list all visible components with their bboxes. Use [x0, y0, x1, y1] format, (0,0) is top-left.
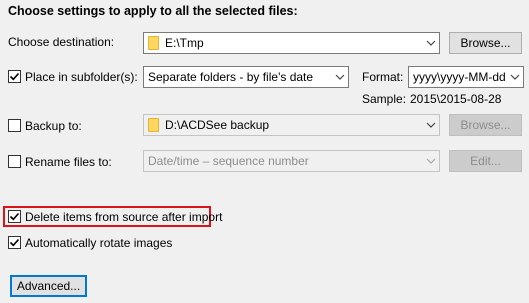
checkmark-icon	[9, 238, 20, 247]
backup-value: D:\ACDSee backup	[165, 118, 270, 132]
subfolder-checkbox[interactable]	[8, 70, 21, 83]
format-value: yyyy\yyyy-MM-dd	[413, 70, 506, 84]
subfolder-mode-value: Separate folders - by file's date	[148, 70, 314, 84]
backup-combo[interactable]: D:\ACDSee backup	[143, 114, 440, 136]
rename-checkbox[interactable]	[8, 155, 21, 168]
advanced-button[interactable]: Advanced...	[10, 275, 87, 297]
chevron-down-icon[interactable]	[423, 151, 439, 171]
sample-value: 2015\2015-08-28	[410, 92, 502, 106]
chevron-down-icon[interactable]	[423, 115, 439, 135]
auto-rotate-label[interactable]: Automatically rotate images	[25, 236, 172, 250]
rename-label[interactable]: Rename files to:	[25, 155, 112, 169]
format-label: Format:	[362, 70, 404, 84]
subfolder-mode-combo[interactable]: Separate folders - by file's date	[143, 66, 349, 88]
rename-edit-button[interactable]: Edit...	[449, 150, 522, 172]
chevron-down-icon[interactable]	[423, 33, 439, 53]
backup-checkbox[interactable]	[8, 119, 21, 132]
sample-label: Sample:	[362, 92, 407, 106]
destination-label: Choose destination:	[8, 35, 115, 49]
rename-value: Date/time – sequence number	[148, 154, 309, 168]
delete-items-checkbox[interactable]	[8, 210, 21, 223]
checkmark-icon	[9, 212, 20, 221]
backup-label[interactable]: Backup to:	[25, 119, 82, 133]
destination-browse-button[interactable]: Browse...	[449, 32, 522, 54]
subfolder-label[interactable]: Place in subfolder(s):	[25, 70, 138, 84]
checkmark-icon	[9, 72, 20, 81]
settings-heading: Choose settings to apply to all the sele…	[8, 4, 298, 18]
format-combo[interactable]: yyyy\yyyy-MM-dd	[408, 66, 524, 88]
rename-combo[interactable]: Date/time – sequence number	[143, 150, 440, 172]
folder-icon	[148, 36, 159, 50]
destination-value: E:\Tmp	[165, 36, 204, 50]
backup-browse-button[interactable]: Browse...	[449, 114, 522, 136]
chevron-down-icon[interactable]	[332, 67, 348, 87]
auto-rotate-checkbox[interactable]	[8, 236, 21, 249]
folder-icon	[148, 118, 159, 132]
destination-combo[interactable]: E:\Tmp	[143, 32, 440, 54]
chevron-down-icon[interactable]	[507, 67, 523, 87]
delete-items-label[interactable]: Delete items from source after import	[25, 210, 222, 224]
